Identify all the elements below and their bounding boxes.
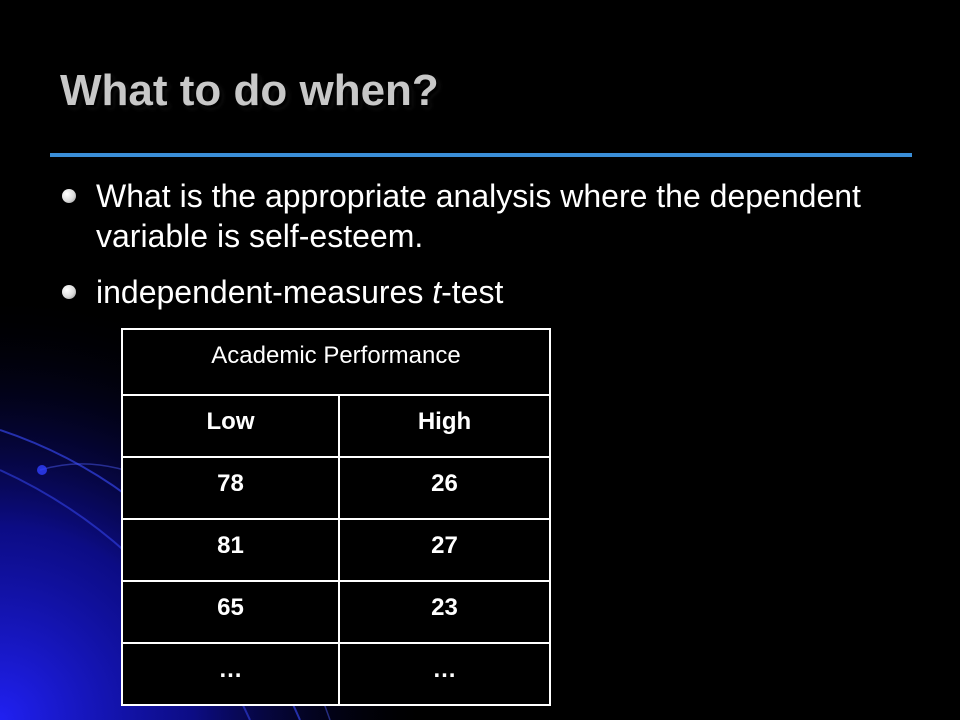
bullet-item: What is the appropriate analysis where t… — [62, 176, 922, 256]
table-row: 81 27 — [121, 518, 551, 582]
data-table: Academic Performance Low High 78 26 81 2… — [121, 328, 551, 706]
table-row: … … — [121, 642, 551, 706]
table-cell: 26 — [338, 456, 551, 520]
bullet-list: What is the appropriate analysis where t… — [62, 176, 922, 328]
column-header-high: High — [338, 394, 551, 458]
bullet-item: independent-measures t-test — [62, 272, 922, 312]
bullet-dot-icon — [62, 189, 76, 203]
bullet-dot-icon — [62, 285, 76, 299]
table-row: 65 23 — [121, 580, 551, 644]
bullet-text-suffix: -test — [441, 274, 504, 310]
bullet-text-prefix: independent-measures — [96, 274, 433, 310]
table-column-row: Low High — [121, 394, 551, 458]
table-cell: … — [338, 642, 551, 706]
bullet-text-italic: t — [432, 274, 442, 310]
table-cell: 78 — [121, 456, 340, 520]
table-cell: 81 — [121, 518, 340, 582]
slide-title: What to do when? — [60, 66, 439, 115]
table-cell: 65 — [121, 580, 340, 644]
table-header: Academic Performance — [121, 328, 551, 396]
table-cell: … — [121, 642, 340, 706]
table-cell: 27 — [338, 518, 551, 582]
column-header-low: Low — [121, 394, 340, 458]
title-underline — [50, 153, 912, 157]
table-header-row: Academic Performance — [121, 328, 551, 396]
table-cell: 23 — [338, 580, 551, 644]
table-row: 78 26 — [121, 456, 551, 520]
bullet-text: What is the appropriate analysis where t… — [96, 178, 861, 254]
